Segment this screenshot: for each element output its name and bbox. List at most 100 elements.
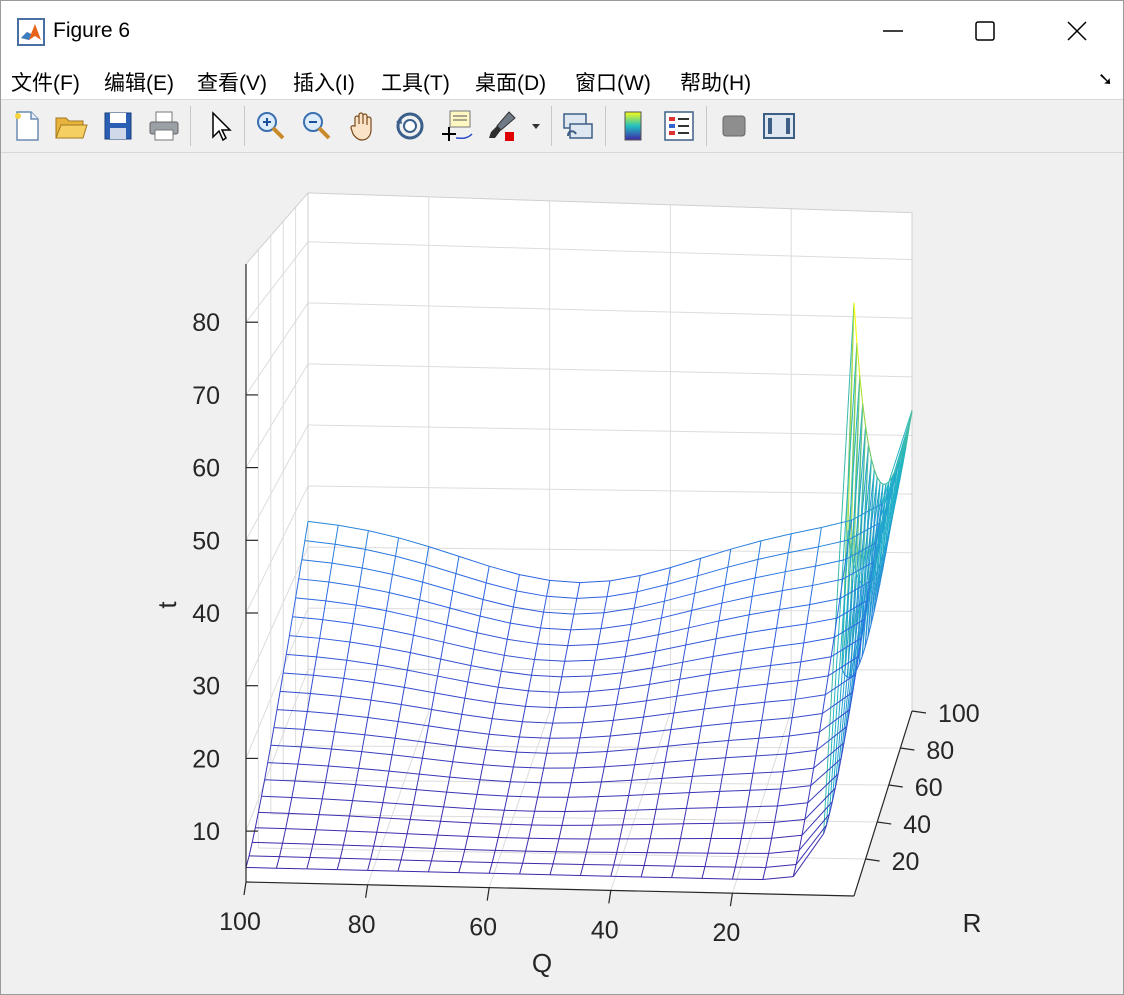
zoom-out-button[interactable] [299,108,335,144]
menu-desktop[interactable]: 桌面(D) [475,67,546,97]
legend-button[interactable] [661,108,697,144]
chevron-down-icon [532,124,540,129]
back-wall [308,192,912,712]
menu-tools[interactable]: 工具(T) [381,67,450,97]
t-tick-label: 20 [192,745,220,773]
save-icon [104,112,132,140]
rotate-3d-icon [396,112,424,140]
mesh-line [522,862,554,865]
close-icon [1067,21,1087,41]
mesh-line [622,823,654,826]
q-tick [365,884,369,898]
r-tick-label: 40 [903,811,931,839]
toolbar-separator [551,106,552,146]
print-button[interactable] [146,108,182,144]
toolbar-separator [190,106,191,146]
mesh-line [744,821,775,824]
mesh-line [552,722,584,724]
pan-button[interactable] [346,108,382,144]
menu-insert[interactable]: 插入(I) [293,67,355,97]
colorbar-button[interactable] [615,108,651,144]
window-title: Figure 6 [53,19,131,42]
z-gridline [307,668,913,671]
open-file-icon [55,117,88,139]
menu-file[interactable]: 文件(F) [11,67,80,97]
edit-plot-pointer-icon [212,111,232,142]
t-tick-label: 10 [192,818,220,846]
mesh-line [567,796,599,798]
t-tick-label: 30 [192,673,220,701]
open-file-button[interactable] [53,108,89,144]
new-figure-button[interactable] [9,108,45,144]
r-tick-label: 100 [938,700,980,728]
q-tick-label: 80 [348,911,376,939]
mesh-line [525,850,557,853]
t-tick-label: 40 [192,600,220,628]
brush-button[interactable] [485,108,521,144]
matlab-logo-icon [17,18,45,46]
r-tick-label: 80 [926,737,954,765]
rotate-3d-button[interactable] [392,108,428,144]
q-tick [729,893,733,907]
q-tick-label: 100 [219,908,261,936]
zoom-out-icon [303,112,331,140]
show-plot-tools-icon [763,113,795,139]
mesh-line [613,864,645,867]
r-tick [888,784,903,788]
minimize-button[interactable] [847,1,939,61]
toolbar-separator [244,106,245,146]
figure-toolbar [1,100,1123,153]
edit-plot-button[interactable] [202,108,238,144]
q-tick-label: 40 [591,916,619,944]
pan-hand-icon [350,112,372,141]
q-tick [243,881,247,896]
q-tick [486,887,490,901]
r-axis-label: R [963,908,982,938]
link-plot-button[interactable] [560,108,596,144]
print-icon [149,111,179,141]
colorbar-icon [624,111,642,141]
hide-plot-tools-button[interactable] [716,108,752,144]
r-tick [900,747,915,751]
hide-plot-tools-icon [722,115,746,137]
figure-window: Figure 6 文件(F) 编辑(E) 查看(V) 插入(I) 工具(T) 桌… [0,0,1124,995]
legend-icon [664,111,694,141]
mesh-line [552,863,584,865]
brush-dropdown[interactable] [527,108,545,144]
show-plot-tools-button[interactable] [761,108,797,144]
mesh-line [701,877,733,880]
brush-icon [489,111,516,141]
data-cursor-button[interactable] [438,108,474,144]
mesh-line [644,865,675,867]
save-button[interactable] [100,108,136,144]
undock-arrow-icon[interactable]: ➘ [1098,69,1113,90]
link-plot-icon [563,113,593,139]
mesh-plot[interactable]: 100 80 60 40 20 20 40 60 80 100 10 20 30 40 50 60 70 80 Q R… [1,153,1123,993]
maximize-icon [975,21,995,41]
q-tick [608,890,612,904]
r-tick-label: 60 [915,774,943,802]
toolbar-separator [605,106,606,146]
r-tick-label: 20 [892,848,920,876]
menu-window[interactable]: 窗口(W) [575,67,651,97]
mesh-line [653,823,684,825]
floor [246,711,912,896]
menu-edit[interactable]: 编辑(E) [104,67,174,97]
menu-bar: 文件(F) 编辑(E) 查看(V) 插入(I) 工具(T) 桌面(D) 窗口(W… [1,61,1123,100]
menu-help[interactable]: 帮助(H) [680,67,751,97]
zoom-in-button[interactable] [253,108,289,144]
t-tick-label: 50 [192,527,220,555]
q-axis-label: Q [532,948,552,978]
minimize-icon [883,30,903,32]
r-tick [911,710,927,714]
toolbar-separator [706,106,707,146]
title-bar: Figure 6 [1,1,1123,61]
mesh-line [704,866,736,868]
close-button[interactable] [1031,1,1123,61]
t-tick-label: 60 [192,455,220,483]
mesh-line [555,706,587,709]
maximize-button[interactable] [939,1,1031,61]
menu-view[interactable]: 查看(V) [197,67,267,97]
q-tick-label: 60 [469,914,497,942]
r-tick [865,858,880,862]
